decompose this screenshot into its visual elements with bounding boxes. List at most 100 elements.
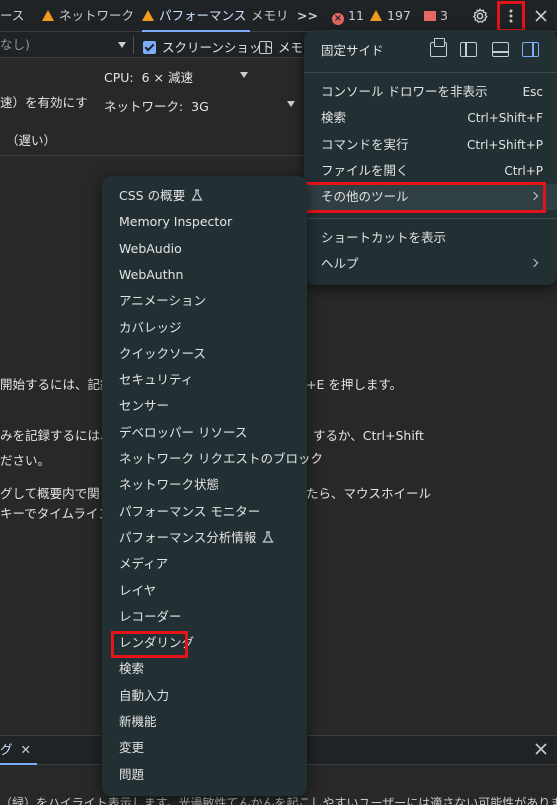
tab-memory[interactable]: メモリ xyxy=(251,0,289,32)
submenu-item[interactable]: レコーダー xyxy=(119,606,182,628)
close-icon[interactable]: ✕ xyxy=(21,742,31,757)
submenu-item-label: ネットワーク状態 xyxy=(119,477,220,493)
page-select[interactable]: なし) xyxy=(0,32,30,58)
network-slow-note: （遅い） xyxy=(6,133,57,148)
submenu-item[interactable]: カバレッジ xyxy=(119,317,182,339)
submenu-item[interactable]: 検索 xyxy=(119,658,144,680)
tab-performance[interactable]: パフォーマンス xyxy=(142,0,251,32)
errors-counter[interactable]: × 11 xyxy=(332,0,364,32)
submenu-item-label: デベロッパー リソース xyxy=(119,424,248,440)
close-icon xyxy=(535,743,547,755)
close-devtools-button[interactable] xyxy=(529,4,553,28)
warning-icon xyxy=(370,10,382,21)
submenu-item-label: アニメーション xyxy=(119,293,207,309)
customize-menu: 固定サイド コンソール ドロワーを非表示 Esc 検索 Ctrl+Shift+F コ… xyxy=(304,30,557,285)
warning-icon xyxy=(142,10,154,21)
landing-text-3c: キーでタイムライン( xyxy=(0,506,116,521)
submenu-item[interactable]: 変更 xyxy=(119,737,144,759)
chevron-down-icon xyxy=(287,101,295,107)
highlight-box-menu-button xyxy=(497,1,525,32)
submenu-item-label: 検索 xyxy=(119,661,145,677)
checkbox-unchecked-icon xyxy=(259,41,272,54)
landing-text-3b: たら、マウスホイール xyxy=(306,486,432,501)
landing-text-2a: みを記録するには、 xyxy=(0,428,113,443)
menu-item-open-file[interactable]: ファイルを開く Ctrl+P xyxy=(304,158,557,184)
submenu-item-label: センサー xyxy=(119,398,170,414)
submenu-item[interactable]: WebAudio xyxy=(119,238,182,260)
divider xyxy=(133,36,134,54)
error-icon: × xyxy=(332,13,344,25)
landing-text-1b: +E を押します。 xyxy=(306,377,403,392)
landing-text-1a: 開始するには、記録 xyxy=(0,377,113,392)
cpu-throttling[interactable]: CPU: 6 × 減速 xyxy=(104,67,193,86)
dock-bottom-icon[interactable] xyxy=(492,42,509,57)
dock-left-icon[interactable] xyxy=(460,42,477,57)
submenu-item-label: CSS の概要 xyxy=(119,188,186,203)
tab-sources-partial[interactable]: ース xyxy=(0,0,24,32)
submenu-item[interactable]: WebAuthn xyxy=(119,264,183,286)
warnings-counter[interactable]: 197 xyxy=(370,0,411,32)
landing-text-3a: グして概要内で関 xyxy=(0,486,100,501)
menu-item-hide-console-drawer[interactable]: コンソール ドロワーを非表示 Esc xyxy=(304,79,557,105)
highlight-box-rendering xyxy=(111,631,188,658)
chevron-down-icon xyxy=(240,72,248,78)
submenu-item[interactable]: CSS の概要 xyxy=(119,185,203,207)
menu-divider xyxy=(304,72,557,73)
menu-divider xyxy=(304,218,557,219)
close-drawer-button[interactable] xyxy=(534,742,548,760)
drawer-tab-rendering[interactable]: グ ✕ xyxy=(0,736,37,765)
submenu-item-label: パフォーマンス分析情報 xyxy=(119,529,257,545)
undock-icon[interactable] xyxy=(430,38,447,57)
settings-gear-button[interactable] xyxy=(468,4,492,28)
tab-network[interactable]: ネットワーク xyxy=(42,0,134,32)
submenu-item[interactable]: 新機能 xyxy=(119,711,157,733)
devtools-tab-bar: ース ネットワーク パフォーマンス メモリ >> × 11 197 3 xyxy=(0,0,557,32)
submenu-item[interactable]: Memory Inspector xyxy=(119,211,232,233)
landing-text-2c: ださい。 xyxy=(0,453,51,468)
submenu-item[interactable]: デベロッパー リソース xyxy=(119,422,247,444)
gear-icon xyxy=(472,7,488,24)
chevron-right-icon xyxy=(529,258,539,268)
submenu-item[interactable]: レイヤ xyxy=(119,580,156,602)
submenu-item-label: Memory Inspector xyxy=(119,214,233,230)
submenu-item[interactable]: 自動入力 xyxy=(119,685,169,707)
submenu-item-label: クイックソース xyxy=(119,345,206,361)
submenu-item-label: カバレッジ xyxy=(119,319,182,335)
submenu-item-label: 自動入力 xyxy=(119,687,170,703)
submenu-item-label: WebAuthn xyxy=(119,266,184,282)
submenu-item[interactable]: パフォーマンス分析情報 xyxy=(119,527,274,549)
menu-item-help[interactable]: ヘルプ xyxy=(304,251,557,277)
menu-item-shortcuts[interactable]: ショートカットを表示 xyxy=(304,225,557,251)
menu-item-run-command[interactable]: コマンドを実行 Ctrl+Shift+P xyxy=(304,132,557,158)
submenu-item[interactable]: アニメーション xyxy=(119,290,206,312)
submenu-item-label: レイヤ xyxy=(119,582,157,598)
submenu-item[interactable]: ネットワーク リクエストのブロック xyxy=(119,448,323,470)
submenu-item-label: レコーダー xyxy=(119,608,182,624)
submenu-item-label: パフォーマンス モニター xyxy=(119,503,261,519)
submenu-item[interactable]: クイックソース xyxy=(119,343,206,365)
close-icon xyxy=(535,10,547,22)
submenu-item-label: WebAudio xyxy=(119,240,182,256)
menu-item-search[interactable]: 検索 Ctrl+Shift+F xyxy=(304,105,557,131)
more-tools-submenu: CSS の概要 Memory Inspector WebAudio WebAuthn ア… xyxy=(102,176,323,796)
experiment-flask-icon xyxy=(191,189,203,201)
issues-flag-icon xyxy=(424,11,436,21)
dock-right-icon[interactable] xyxy=(522,42,539,57)
submenu-item[interactable]: 問題 xyxy=(119,764,144,786)
more-tabs-button[interactable]: >> xyxy=(297,0,318,32)
submenu-item[interactable]: ネットワーク状態 xyxy=(119,474,219,496)
submenu-item-label: 変更 xyxy=(119,740,145,756)
submenu-item[interactable]: センサー xyxy=(119,395,169,417)
submenu-item[interactable]: パフォーマンス モニター xyxy=(119,501,260,523)
submenu-item-label: ネットワーク リクエストのブロック xyxy=(119,451,323,466)
submenu-item[interactable]: セキュリティ xyxy=(119,369,193,391)
network-throttling[interactable]: ネットワーク: 3G xyxy=(104,96,209,115)
settings-partial-text: 速）を有効にす xyxy=(0,95,88,110)
submenu-item-label: 新機能 xyxy=(119,714,157,729)
highlight-box-more-tools xyxy=(302,182,546,213)
issues-counter[interactable]: 3 xyxy=(424,0,448,32)
checkbox-checked-icon xyxy=(143,41,156,54)
screenshot-checkbox[interactable]: スクリーンショット xyxy=(143,37,274,56)
landing-text-2b: するか、Ctrl+Shift xyxy=(313,428,424,443)
submenu-item[interactable]: メディア xyxy=(119,553,168,575)
